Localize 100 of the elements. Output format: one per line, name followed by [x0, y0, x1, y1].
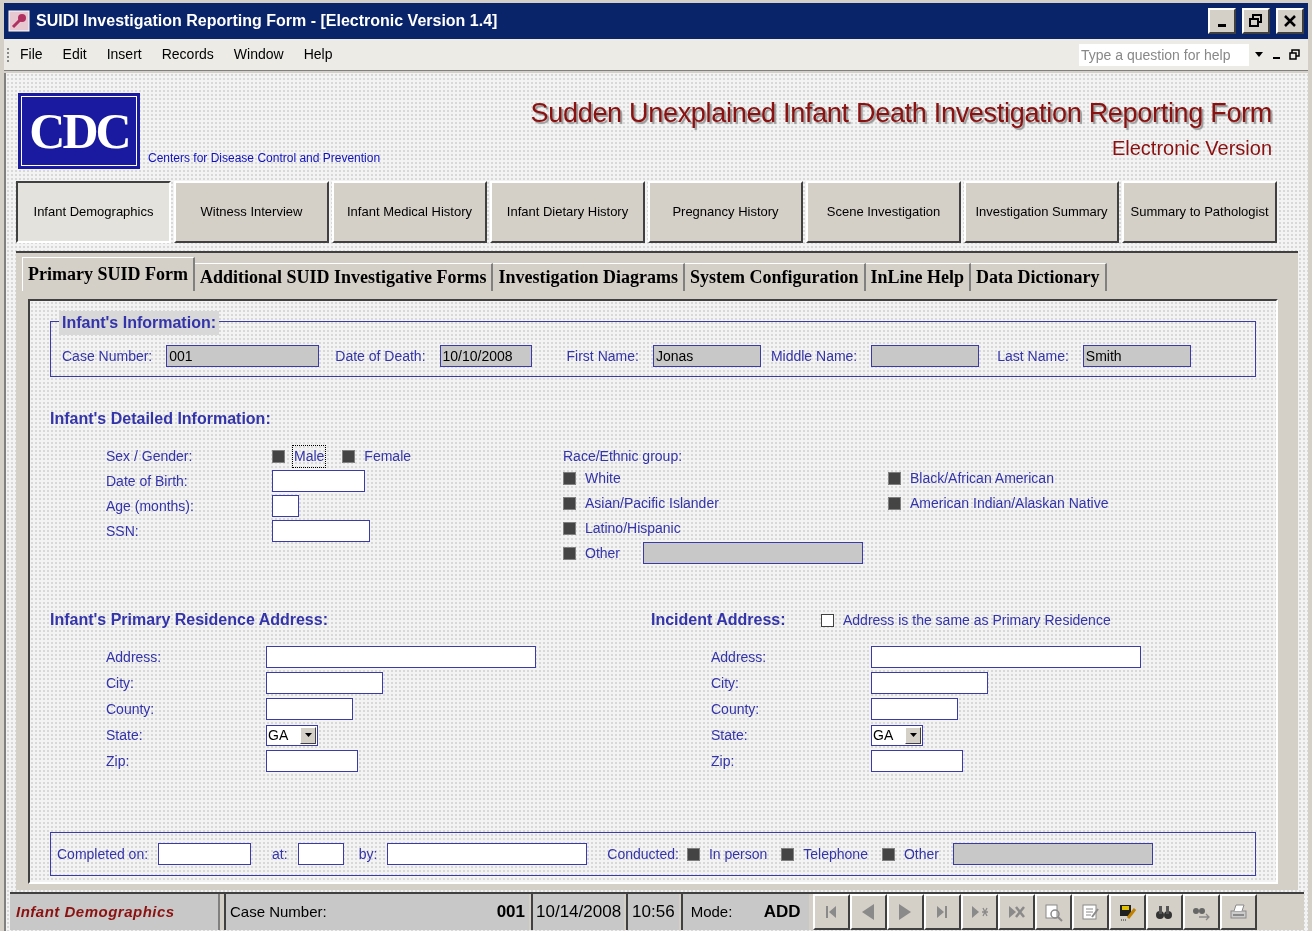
restore-button[interactable] [1242, 8, 1270, 34]
checkbox[interactable] [272, 449, 285, 463]
section-title: Infant's Primary Residence Address: [50, 610, 329, 630]
field-label: County: [711, 699, 761, 719]
field-label: Middle Name: [770, 346, 858, 366]
text-field[interactable] [266, 672, 383, 694]
record-nav-button[interactable] [1182, 894, 1220, 930]
form-tab[interactable]: System Configuration [685, 263, 866, 291]
caret-icon [304, 733, 312, 737]
form-subtitle: Electronic Version [1111, 136, 1272, 161]
field-label: by: [358, 844, 378, 864]
record-nav-button[interactable] [886, 894, 924, 930]
menu-item[interactable]: Help [303, 44, 333, 65]
minimize-button[interactable] [1208, 8, 1236, 34]
text-field[interactable] [297, 843, 344, 865]
field-label: Address: [711, 647, 768, 667]
form-tab[interactable]: Investigation Diagrams [493, 263, 685, 291]
text-field[interactable] [871, 750, 963, 772]
text-field[interactable]: 001 [166, 345, 320, 367]
record-nav-button[interactable] [1108, 894, 1146, 930]
menu-item[interactable]: File [20, 44, 43, 65]
checkbox[interactable] [563, 521, 576, 535]
option-label: Other [584, 543, 621, 563]
section-button[interactable]: Infant Medical History [332, 181, 487, 243]
field-label: Zip: [106, 751, 131, 771]
case-number-value: 001 [496, 901, 525, 924]
print-record-icon [1228, 902, 1249, 922]
form-tab[interactable]: Additional SUID Investigative Forms [194, 263, 494, 291]
text-field[interactable]: 10/10/2008 [439, 345, 532, 367]
other-race-field[interactable] [643, 542, 863, 564]
text-field[interactable] [272, 470, 365, 492]
section-button[interactable]: Infant Demographics [16, 181, 171, 243]
checkbox[interactable] [881, 847, 895, 861]
text-field[interactable]: Jonas [652, 345, 761, 367]
section-title: Incident Address: [651, 610, 787, 630]
preview-record-icon [1043, 902, 1064, 922]
section-button[interactable]: Investigation Summary [964, 181, 1119, 243]
record-nav-button[interactable] [923, 894, 961, 930]
text-field[interactable] [272, 495, 299, 517]
key-icon [8, 10, 30, 32]
field-label: Address: [106, 647, 163, 667]
text-field[interactable] [272, 520, 370, 542]
checkbox[interactable] [888, 471, 901, 485]
help-search-field[interactable]: Type a question for help [1079, 43, 1249, 66]
restore-icon[interactable] [1289, 49, 1300, 60]
record-nav-button[interactable] [1145, 894, 1183, 930]
text-field[interactable]: Smith [1082, 345, 1191, 367]
status-time: 10:56 [626, 894, 679, 930]
current-form-name: Infant Demographics [10, 894, 220, 930]
form-tab[interactable]: Primary SUID Form [22, 257, 195, 291]
option-label: Female [363, 446, 413, 466]
other-method-field[interactable] [952, 843, 1153, 865]
text-field[interactable] [871, 698, 958, 720]
menu-item[interactable]: Window [233, 44, 284, 65]
field-label: County: [106, 699, 156, 719]
record-nav-button[interactable] [1071, 894, 1109, 930]
text-field[interactable] [387, 843, 588, 865]
section-button[interactable]: Summary to Pathologist [1122, 181, 1277, 243]
checkbox[interactable] [563, 496, 576, 510]
text-field[interactable] [871, 345, 980, 367]
record-nav-button[interactable] [1219, 894, 1257, 930]
checkbox[interactable] [888, 496, 901, 510]
text-field[interactable] [266, 750, 358, 772]
option-label: Asian/Pacific Islander [584, 493, 720, 513]
text-field[interactable] [266, 646, 536, 668]
text-field[interactable] [158, 843, 252, 865]
record-nav-button[interactable] [960, 894, 998, 930]
state-dropdown[interactable]: GA [266, 724, 318, 746]
text-field[interactable] [871, 672, 988, 694]
record-nav-button[interactable] [849, 894, 887, 930]
text-field[interactable] [266, 698, 353, 720]
state-dropdown[interactable]: GA [871, 724, 923, 746]
checkbox[interactable] [781, 847, 795, 861]
checkbox[interactable] [821, 613, 834, 627]
record-nav-button[interactable] [1034, 894, 1072, 930]
close-button[interactable] [1276, 8, 1304, 34]
save-record-icon [1117, 902, 1138, 922]
form-tab[interactable]: Data Dictionary [971, 263, 1107, 291]
menu-item[interactable]: Edit [62, 44, 87, 65]
section-button[interactable]: Infant Dietary History [490, 181, 645, 243]
checkbox[interactable] [342, 449, 356, 463]
record-nav-button[interactable] [997, 894, 1035, 930]
section-button[interactable]: Witness Interview [174, 181, 329, 243]
record-nav-button[interactable] [812, 894, 850, 930]
field-label: First Name: [566, 346, 639, 366]
menu-item[interactable]: Records [161, 44, 214, 65]
checkbox[interactable] [686, 847, 700, 861]
field-label: State: [711, 725, 749, 745]
checkbox[interactable] [563, 546, 576, 560]
section-button[interactable]: Pregnancy History [648, 181, 803, 243]
option-label: White [584, 468, 622, 488]
menu-item[interactable]: Insert [106, 44, 142, 65]
checkbox[interactable] [563, 471, 576, 485]
form-tab[interactable]: InLine Help [865, 263, 972, 291]
window-title: SUIDI Investigation Reporting Form - [Electronic Version 1.4] [36, 11, 499, 31]
field-label: Date of Death: [335, 346, 426, 366]
text-field[interactable] [871, 646, 1141, 668]
section-button[interactable]: Scene Investigation [806, 181, 961, 243]
dropdown-arrow-icon[interactable] [1255, 52, 1263, 57]
field-label: Date of Birth: [106, 471, 189, 491]
